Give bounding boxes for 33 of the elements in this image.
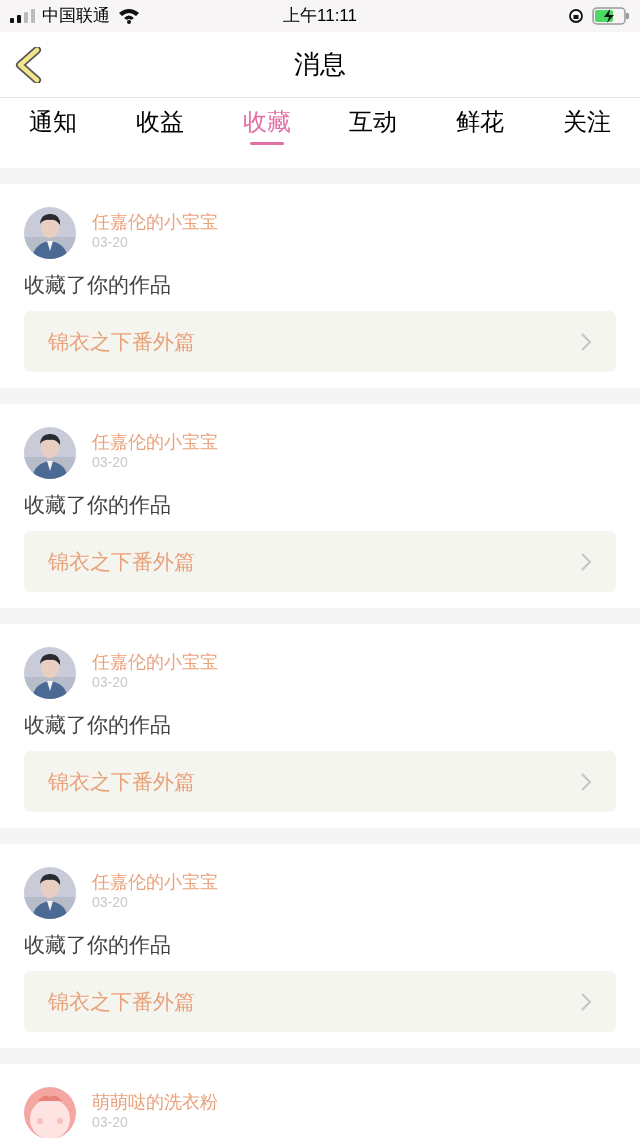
work-link[interactable]: 锦衣之下番外篇	[24, 971, 616, 1032]
carrier-name: 中国联通	[42, 5, 110, 28]
tab[interactable]: 通知	[0, 98, 107, 140]
chevron-right-icon	[580, 991, 592, 1012]
message-text: 收藏了你的作品	[24, 932, 172, 958]
back-button[interactable]	[14, 46, 44, 84]
user-name[interactable]: 任嘉伦的小宝宝	[92, 210, 218, 234]
user-name[interactable]: 任嘉伦的小宝宝	[92, 650, 218, 674]
signal-icon	[10, 9, 36, 23]
user-name[interactable]: 萌萌哒的洗衣粉	[92, 1090, 218, 1114]
tab[interactable]: 收藏	[213, 98, 320, 145]
work-link[interactable]: 锦衣之下番外篇	[24, 311, 616, 372]
tab[interactable]: 鲜花	[426, 98, 534, 140]
work-link[interactable]: 锦衣之下番外篇	[24, 531, 616, 592]
message-text: 收藏了你的作品	[24, 712, 172, 738]
chevron-right-icon	[580, 331, 592, 352]
tab[interactable]: 关注	[533, 98, 640, 140]
tab[interactable]: 收益	[106, 98, 214, 140]
battery-icon	[592, 7, 630, 25]
chevron-right-icon	[580, 551, 592, 572]
rotation-lock-icon	[568, 8, 584, 24]
clock: 上午11:11	[283, 5, 357, 28]
tab[interactable]: 互动	[320, 98, 427, 140]
back-chevron-icon	[15, 47, 43, 83]
tab-underline	[249, 142, 284, 145]
wifi-icon	[118, 8, 140, 24]
chevron-right-icon	[580, 771, 592, 792]
work-link[interactable]: 锦衣之下番外篇	[24, 751, 616, 812]
page-title: 消息	[294, 48, 346, 81]
message-text: 收藏了你的作品	[24, 492, 172, 518]
user-name[interactable]: 任嘉伦的小宝宝	[92, 870, 218, 894]
message-text: 收藏了你的作品	[24, 272, 172, 298]
user-name[interactable]: 任嘉伦的小宝宝	[92, 430, 218, 454]
